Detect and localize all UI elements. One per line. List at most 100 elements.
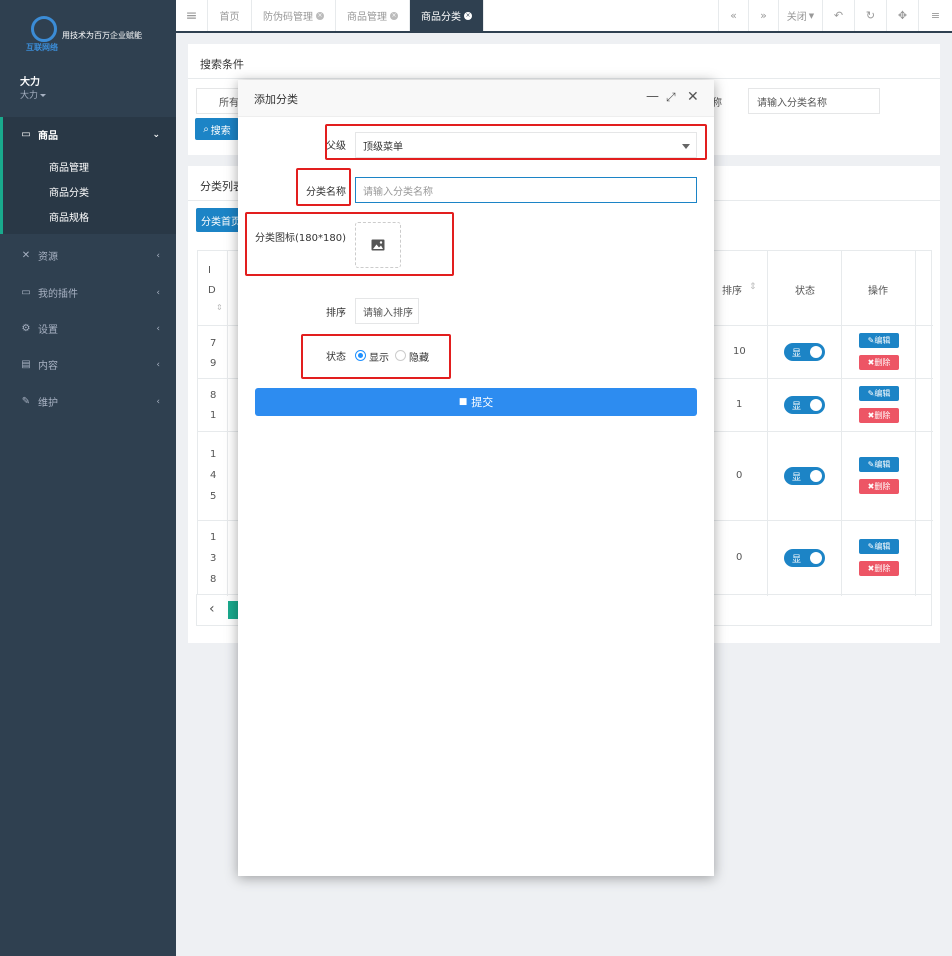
laptop-icon: ▭ [21,129,31,140]
search-button-label: 搜索 [210,125,231,137]
scroll-right-icon[interactable]: » [748,0,778,31]
col-divider [915,251,916,596]
edit-button[interactable]: ✎ 编辑 [859,386,899,401]
status-toggle[interactable]: 显 [784,343,825,361]
cell-sort: 0 [736,552,743,563]
sort-placeholder: 请输入排序 [363,307,413,319]
divider [188,78,940,79]
tab-home[interactable]: 首页 [208,0,252,31]
col-header-sort[interactable]: 排序 [722,282,742,297]
sidebar-item-content[interactable]: ▤ 内容 ‹ [20,357,166,372]
sidebar-subitem-goods-manage[interactable]: 商品管理 [49,159,89,174]
status-toggle[interactable]: 显 [784,467,825,485]
resource-icon: ✕ [21,250,31,261]
maximize-icon[interactable]: ⤢ [666,89,676,105]
menu-toggle-icon[interactable]: ≡ [176,0,208,31]
refresh-icon[interactable]: ↻ [854,0,886,31]
status-toggle[interactable]: 显 [784,396,825,414]
icon-upload-button[interactable] [355,222,401,268]
tab-goods-manage[interactable]: 商品管理 × [336,0,410,31]
sidebar-subitem-goods-category[interactable]: 商品分类 [49,184,89,199]
close-tabs-dropdown[interactable]: 关闭 ▼ [778,0,822,31]
tab-label: 商品分类 [421,12,461,23]
category-name-input[interactable]: 请输入分类名称 [355,177,697,203]
search-button[interactable]: ⌕ 搜索 [195,118,239,140]
delete-label: 删除 [874,358,891,367]
edit-button[interactable]: ✎ 编辑 [859,539,899,554]
sort-input[interactable]: 请输入排序 [355,298,419,324]
menu-icon[interactable]: ≡ [918,0,952,31]
undo-icon[interactable]: ↶ [822,0,854,31]
delete-label: 删除 [874,411,891,420]
submit-button[interactable]: ■ 提交 [255,388,697,416]
delete-button[interactable]: ✖ 删除 [859,355,899,370]
cell-id-char: 1 [210,410,217,421]
delete-button[interactable]: ✖ 删除 [859,561,899,576]
tab-goods-category[interactable]: 商品分类 × [410,0,484,31]
status-toggle-label: 显 [792,402,802,412]
save-icon: ■ [458,397,468,407]
delete-label: 删除 [874,482,891,491]
parent-label: 父级 [326,141,346,152]
tab-anticounterfeit[interactable]: 防伪码管理 × [252,0,336,31]
close-icon[interactable]: × [390,11,398,20]
tab-bar: ≡ 首页 防伪码管理 × 商品管理 × 商品分类 × « » 关闭 ▼ ↶ ↻ ✥ ≡ [176,0,952,33]
sidebar-subitem-goods-spec[interactable]: 商品规格 [49,209,89,224]
category-name-placeholder: 请输入分类名称 [363,186,433,198]
logo: 互联网络 用技术为百万企业赋能 [26,16,166,58]
col-header-status: 状态 [795,286,815,297]
book-icon: ▤ [21,359,31,370]
sidebar-item-plugins[interactable]: ▭ 我的插件 ‹ [20,285,166,300]
cell-id-char: 7 [210,338,217,349]
logo-slogan: 用技术为百万企业赋能 [62,31,142,40]
modal-title: 添加分类 [254,93,298,106]
parent-select-value: 顶级菜单 [363,141,403,153]
cell-id-char: 5 [210,491,217,502]
sidebar-item-resource[interactable]: ✕ 资源 ‹ [20,248,166,263]
cell-id-char: 8 [210,390,217,401]
search-name-input[interactable]: 请输入分类名称 [748,88,880,114]
delete-button[interactable]: ✖ 删除 [859,479,899,494]
close-icon[interactable]: × [464,11,472,20]
scroll-left-icon[interactable]: « [718,0,748,31]
fullscreen-icon[interactable]: ✥ [886,0,918,31]
sort-icon[interactable]: ⇕ [216,303,223,312]
status-radio-hide-label[interactable]: 隐藏 [409,349,429,364]
col-divider [767,251,768,596]
sidebar-item-settings[interactable]: ⚙ 设置 ‹ [20,321,166,336]
parent-select[interactable]: 顶级菜单 [355,132,697,158]
status-radio-show-label[interactable]: 显示 [369,349,389,364]
sidebar-item-goods[interactable]: ▭ 商品 ⌄ [20,127,166,142]
edit-button[interactable]: ✎ 编辑 [859,457,899,472]
sort-icon[interactable]: ⇕ [749,282,757,292]
col-header-id[interactable]: I D [208,261,220,301]
status-toggle-label: 显 [792,555,802,565]
sort-label: 排序 [326,308,346,319]
status-radio-hide[interactable] [395,350,406,361]
cell-sort: 10 [733,346,746,357]
edit-label: 编辑 [874,542,891,551]
user-name: 大力 [20,77,40,88]
toggle-knob [810,346,822,358]
status-toggle-label: 显 [792,349,802,359]
cell-id: 1 4 5 [210,444,216,507]
plugin-icon: ▭ [21,287,31,298]
prev-page-icon[interactable]: ‹ [209,601,215,617]
sidebar-item-maintain[interactable]: ✎ 维护 ‹ [20,394,166,409]
delete-label: 删除 [874,564,891,573]
cell-id: 79 [210,334,216,374]
status-radio-show[interactable] [355,350,366,361]
toggle-knob [810,399,822,411]
close-tabs-label: 关闭 [786,12,807,23]
cell-id-char: 4 [210,470,217,481]
close-icon[interactable]: ✕ [687,89,699,105]
close-icon[interactable]: × [316,11,324,20]
edit-button[interactable]: ✎ 编辑 [859,333,899,348]
edit-icon: ✎ [867,460,875,469]
status-toggle[interactable]: 显 [784,549,825,567]
edit-label: 编辑 [874,336,891,345]
user-role-dropdown[interactable]: 大力 [20,88,47,101]
submit-label: 提交 [471,396,494,409]
minimize-icon[interactable]: — [646,89,659,105]
delete-button[interactable]: ✖ 删除 [859,408,899,423]
